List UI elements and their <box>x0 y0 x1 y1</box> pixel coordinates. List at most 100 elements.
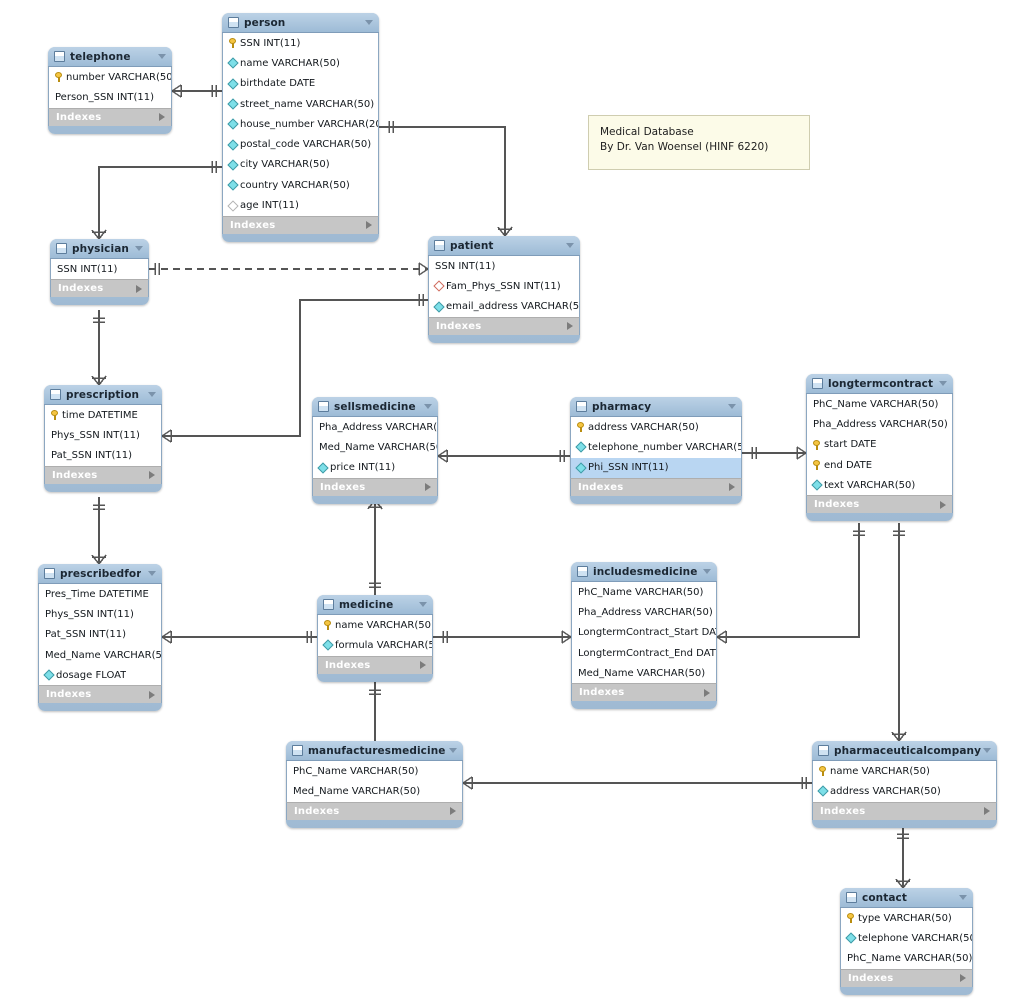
column-row[interactable]: name VARCHAR(50) <box>223 53 378 73</box>
table-contact[interactable]: contact type VARCHAR(50) telephone VARCHAR… <box>840 888 973 995</box>
expand-indexes-icon[interactable] <box>149 471 155 480</box>
column-row[interactable]: birthdate DATE <box>223 74 378 94</box>
column-row[interactable]: SSN INT(11) <box>429 256 579 276</box>
indexes-section-prescription[interactable]: Indexes <box>44 465 162 484</box>
chevron-down-icon[interactable] <box>158 54 166 59</box>
table-medicine[interactable]: medicine name VARCHAR(50) formula VARCHAR(… <box>317 595 433 682</box>
column-row[interactable]: type VARCHAR(50) <box>841 908 972 928</box>
table-person[interactable]: person SSN INT(11) name VARCHAR(50) birthda… <box>222 13 379 242</box>
chevron-down-icon[interactable] <box>566 243 574 248</box>
table-prescription[interactable]: prescription time DATETIME Phys_SSN INT(11… <box>44 385 162 492</box>
table-header-pharmaceuticalcompany[interactable]: pharmaceuticalcompany <box>812 741 997 761</box>
chevron-down-icon[interactable] <box>703 569 711 574</box>
column-row[interactable]: age INT(11) <box>223 195 378 215</box>
column-row[interactable]: name VARCHAR(50) <box>813 761 996 781</box>
table-header-person[interactable]: person <box>222 13 379 33</box>
table-header-pharmacy[interactable]: pharmacy <box>570 397 742 417</box>
column-row[interactable]: house_number VARCHAR(20) <box>223 114 378 134</box>
table-sellsmedicine[interactable]: sellsmedicine Pha_Address VARCHAR(50) Med_… <box>312 397 438 504</box>
column-row[interactable]: Phi_SSN INT(11) <box>571 457 741 478</box>
table-header-contact[interactable]: contact <box>840 888 973 908</box>
expand-indexes-icon[interactable] <box>960 974 966 983</box>
er-diagram-canvas[interactable]: telephone number VARCHAR(50) Person_SSN IN… <box>0 0 1024 1003</box>
table-header-manufacturesmedicine[interactable]: manufacturesmedicine <box>286 741 463 761</box>
column-row[interactable]: country VARCHAR(50) <box>223 175 378 195</box>
table-header-longtermcontract[interactable]: longtermcontract <box>806 374 953 394</box>
table-pharmaceuticalcompany[interactable]: pharmaceuticalcompany name VARCHAR(50) add… <box>812 741 997 828</box>
column-row[interactable]: telephone VARCHAR(50) <box>841 928 972 948</box>
column-row[interactable]: Phys_SSN INT(11) <box>39 604 161 624</box>
indexes-section-manufacturesmedicine[interactable]: Indexes <box>286 801 463 820</box>
column-row[interactable]: Fam_Phys_SSN INT(11) <box>429 276 579 296</box>
column-row[interactable]: Med_Name VARCHAR(50) <box>572 663 716 683</box>
table-physician[interactable]: physician SSN INT(11) Indexes <box>50 239 149 306</box>
table-prescribedfor[interactable]: prescribedfor Pres_Time DATETIME Phys_SSN … <box>38 564 162 712</box>
column-row[interactable]: price INT(11) <box>313 458 437 478</box>
column-row[interactable]: formula VARCHAR(50) <box>318 635 432 655</box>
column-row[interactable]: city VARCHAR(50) <box>223 155 378 175</box>
column-row[interactable]: LongtermContract_End DATE <box>572 643 716 663</box>
chevron-down-icon[interactable] <box>419 602 427 607</box>
expand-indexes-icon[interactable] <box>940 500 946 509</box>
indexes-section-pharmacy[interactable]: Indexes <box>570 477 742 496</box>
column-row[interactable]: Pha_Address VARCHAR(50) <box>313 417 437 437</box>
column-row[interactable]: PhC_Name VARCHAR(50) <box>807 394 952 414</box>
chevron-down-icon[interactable] <box>148 571 156 576</box>
table-header-physician[interactable]: physician <box>50 239 149 259</box>
table-longtermcontract[interactable]: longtermcontract PhC_Name VARCHAR(50) Pha_… <box>806 374 953 522</box>
indexes-section-telephone[interactable]: Indexes <box>48 107 172 126</box>
table-header-medicine[interactable]: medicine <box>317 595 433 615</box>
column-row[interactable]: dosage FLOAT <box>39 665 161 685</box>
column-row[interactable]: SSN INT(11) <box>51 259 148 279</box>
column-row[interactable]: time DATETIME <box>45 405 161 425</box>
expand-indexes-icon[interactable] <box>450 807 456 816</box>
indexes-section-person[interactable]: Indexes <box>222 215 379 234</box>
table-patient[interactable]: patient SSN INT(11) Fam_Phys_SSN INT(11) em… <box>428 236 580 343</box>
column-row[interactable]: Pat_SSN INT(11) <box>45 446 161 466</box>
column-row[interactable]: telephone_number VARCHAR(50) <box>571 437 741 457</box>
chevron-down-icon[interactable] <box>449 748 457 753</box>
table-header-prescription[interactable]: prescription <box>44 385 162 405</box>
table-header-patient[interactable]: patient <box>428 236 580 256</box>
table-header-prescribedfor[interactable]: prescribedfor <box>38 564 162 584</box>
table-telephone[interactable]: telephone number VARCHAR(50) Person_SSN IN… <box>48 47 172 134</box>
chevron-down-icon[interactable] <box>148 392 156 397</box>
expand-indexes-icon[interactable] <box>984 807 990 816</box>
indexes-section-longtermcontract[interactable]: Indexes <box>806 495 953 514</box>
indexes-section-physician[interactable]: Indexes <box>50 279 149 298</box>
column-row[interactable]: Pha_Address VARCHAR(50) <box>572 602 716 622</box>
column-row[interactable]: postal_code VARCHAR(50) <box>223 134 378 154</box>
column-row[interactable]: Pres_Time DATETIME <box>39 584 161 604</box>
chevron-down-icon[interactable] <box>983 748 991 753</box>
indexes-section-includesmedicine[interactable]: Indexes <box>571 683 717 702</box>
expand-indexes-icon[interactable] <box>567 322 573 331</box>
table-manufacturesmedicine[interactable]: manufacturesmedicine PhC_Name VARCHAR(50)… <box>286 741 463 828</box>
column-row[interactable]: Pat_SSN INT(11) <box>39 625 161 645</box>
table-header-telephone[interactable]: telephone <box>48 47 172 67</box>
expand-indexes-icon[interactable] <box>366 221 372 230</box>
chevron-down-icon[interactable] <box>135 246 143 251</box>
chevron-down-icon[interactable] <box>424 404 432 409</box>
column-row[interactable]: street_name VARCHAR(50) <box>223 94 378 114</box>
column-row[interactable]: Med_Name VARCHAR(50) <box>313 437 437 457</box>
column-row[interactable]: text VARCHAR(50) <box>807 475 952 495</box>
column-row[interactable]: end DATE <box>807 455 952 475</box>
chevron-down-icon[interactable] <box>365 20 373 25</box>
column-row[interactable]: Pha_Address VARCHAR(50) <box>807 414 952 434</box>
table-includesmedicine[interactable]: includesmedicine PhC_Name VARCHAR(50) Pha_… <box>571 562 717 710</box>
column-row[interactable]: address VARCHAR(50) <box>813 781 996 801</box>
chevron-down-icon[interactable] <box>959 895 967 900</box>
column-row[interactable]: PhC_Name VARCHAR(50) <box>841 949 972 969</box>
column-row[interactable]: LongtermContract_Start DATE <box>572 623 716 643</box>
column-row[interactable]: Phys_SSN INT(11) <box>45 425 161 445</box>
expand-indexes-icon[interactable] <box>729 483 735 492</box>
indexes-section-sellsmedicine[interactable]: Indexes <box>312 477 438 496</box>
indexes-section-prescribedfor[interactable]: Indexes <box>38 685 162 704</box>
indexes-section-medicine[interactable]: Indexes <box>317 655 433 674</box>
column-row[interactable]: name VARCHAR(50) <box>318 615 432 635</box>
chevron-down-icon[interactable] <box>728 404 736 409</box>
table-header-sellsmedicine[interactable]: sellsmedicine <box>312 397 438 417</box>
indexes-section-contact[interactable]: Indexes <box>840 968 973 987</box>
column-row[interactable]: PhC_Name VARCHAR(50) <box>572 582 716 602</box>
column-row[interactable]: Med_Name VARCHAR(50) <box>287 781 462 801</box>
